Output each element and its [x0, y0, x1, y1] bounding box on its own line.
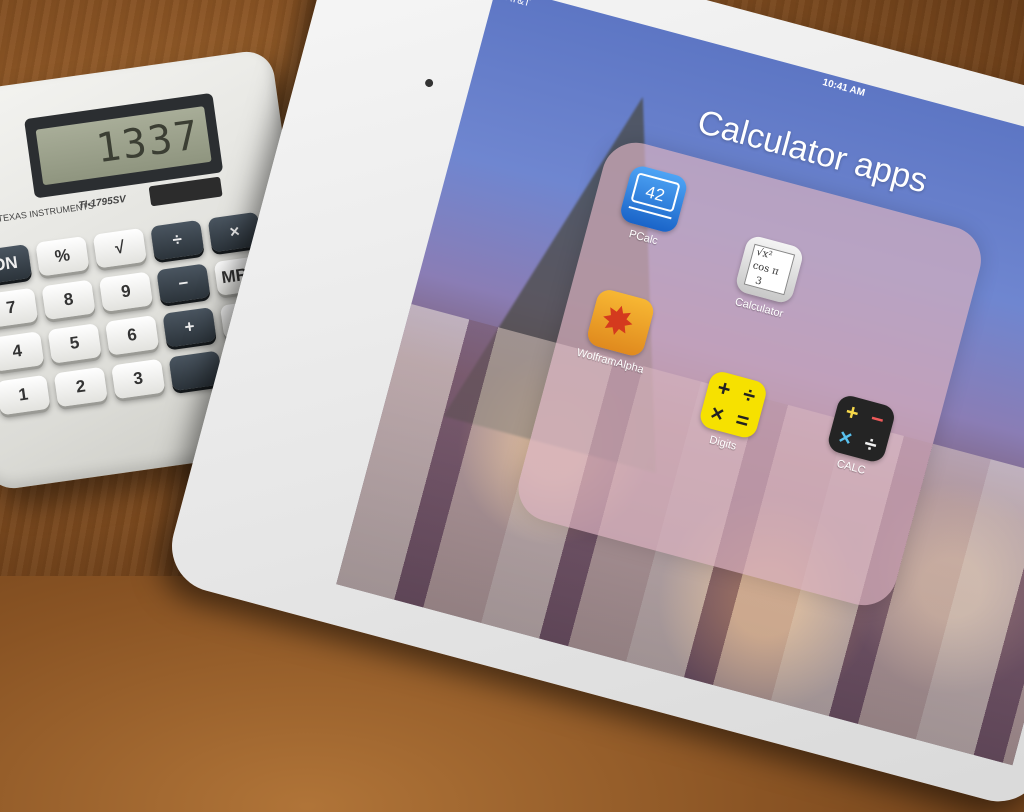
calc-operators-icon: + − × ÷ [825, 393, 897, 465]
calculator-key: √ [92, 227, 147, 269]
calculator-key: 4 [0, 331, 45, 372]
app-pcalc[interactable]: 42 PCalc [606, 162, 697, 254]
carrier-label: AT&T [504, 0, 532, 10]
front-camera [424, 78, 434, 88]
calculator-paper-sheet: √x² cos π 3 [743, 243, 796, 296]
app-calc[interactable]: + − × ÷ CALC [814, 391, 905, 483]
calculator-key: % [35, 235, 90, 277]
pcalc-icon-display: 42 [630, 172, 681, 213]
calculator-key: 5 [47, 323, 102, 364]
solar-panel [148, 176, 223, 207]
calculator-key: 7 [0, 287, 39, 329]
calculator-key: 3 [111, 358, 166, 400]
calculator-key: 6 [104, 315, 160, 356]
app-calculator[interactable]: √x² cos π 3 Calculator [722, 232, 813, 324]
calculator-key: ÷ [150, 219, 205, 261]
calculator-lcd: 1337 [35, 106, 212, 186]
calculator-key: ON [0, 244, 33, 285]
ipad-device: AT&T 10:41 AM Calculator apps 42 PCalc √… [161, 0, 1024, 812]
calculator-key: 1 [0, 374, 51, 416]
divide-icon: ÷ [861, 430, 880, 458]
wolframalpha-icon: ✸ [585, 287, 657, 359]
calculator-key: + [162, 306, 217, 348]
pcalc-icon: 42 [618, 163, 690, 235]
clock-label: 10:41 AM [821, 77, 867, 99]
equals-icon: = [733, 406, 752, 434]
calculator-key: − [156, 263, 211, 305]
wolfram-star-icon: ✸ [595, 296, 640, 348]
calculator-key: 2 [53, 366, 108, 408]
calculator-key: 9 [98, 271, 154, 313]
app-digits[interactable]: + ÷ × = Digits [686, 367, 777, 459]
calculator-key: 8 [41, 279, 96, 321]
ipad-screen: AT&T 10:41 AM Calculator apps 42 PCalc √… [336, 0, 1024, 766]
app-wolframalpha[interactable]: ✸ WolframAlpha [573, 285, 664, 377]
calculator-model: TI-1795SV [77, 193, 127, 212]
calculator-paper-icon: √x² cos π 3 [733, 233, 805, 306]
digits-operators-icon: + ÷ × = [697, 369, 769, 441]
